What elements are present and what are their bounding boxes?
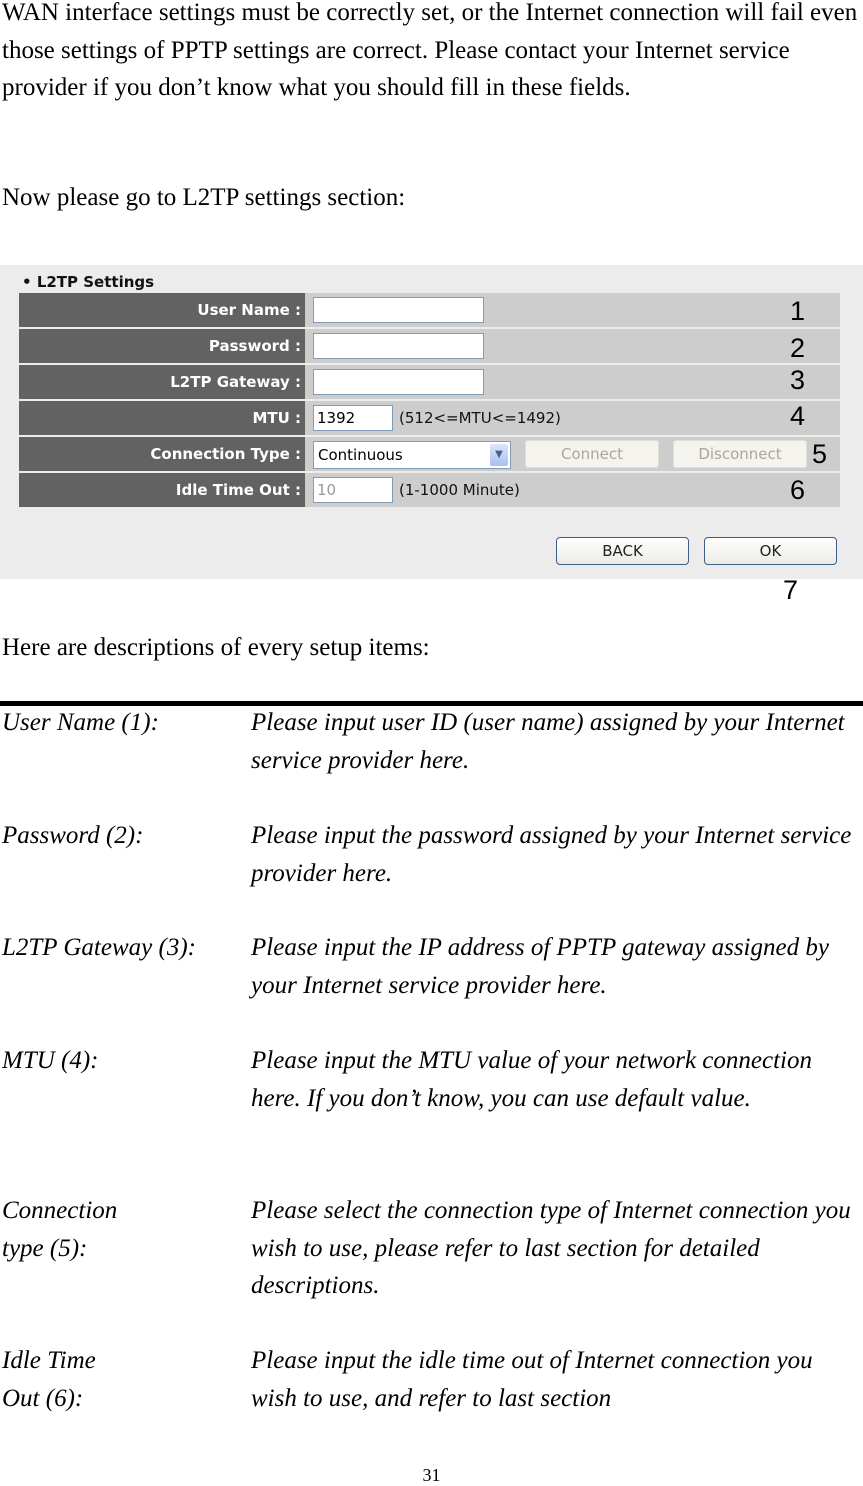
desc-term: MTU (4): [2, 1047, 99, 1074]
desc-term: L2TP Gateway (3): [2, 934, 196, 961]
desc-term: Password (2): [2, 822, 144, 849]
connection-type-select[interactable]: Continuous ▼ [313, 441, 511, 469]
desc-term: User Name (1): [2, 709, 159, 736]
intro-paragraph: WAN interface settings must be correctly… [2, 0, 858, 101]
descriptions-intro: Here are descriptions of every setup ite… [2, 634, 430, 661]
desc-text: Please input the password assigned by yo… [251, 822, 852, 887]
desc-text: Please select the connection type of Int… [251, 1197, 851, 1299]
user-name-input[interactable] [313, 297, 484, 323]
idle-time-row: Idle Time Out : 10 (1-1000 Minute) 6 [19, 473, 840, 507]
intro-instruction: Now please go to L2TP settings section: [2, 184, 406, 211]
idle-time-label: Idle Time Out : [19, 473, 305, 507]
gateway-row: L2TP Gateway : 3 [19, 365, 840, 399]
user-name-row: User Name : 1 [19, 293, 840, 327]
ok-button[interactable]: OK [704, 537, 837, 565]
back-button[interactable]: BACK [556, 537, 689, 565]
password-label: Password : [19, 329, 305, 363]
idle-time-hint: (1-1000 Minute) [399, 481, 520, 499]
password-input[interactable] [313, 333, 484, 359]
desc-term: Connection type (5): [2, 1197, 118, 1262]
connection-type-row: Connection Type : Continuous ▼ Connect D… [19, 437, 840, 471]
marker-7: 7 [783, 575, 799, 605]
mtu-row: MTU : 1392 (512<=MTU<=1492) 4 [19, 401, 840, 435]
chevron-down-icon[interactable]: ▼ [490, 444, 508, 466]
marker-1: 1 [789, 296, 805, 326]
desc-text: Please input the idle time out of Intern… [251, 1347, 813, 1412]
user-name-label: User Name : [19, 293, 305, 327]
password-row: Password : 2 [19, 329, 840, 363]
connection-type-value: Continuous [318, 446, 403, 464]
marker-6: 6 [789, 475, 805, 505]
mtu-label: MTU : [19, 401, 305, 435]
desc-term: Idle Time Out (6): [2, 1347, 96, 1412]
marker-2: 2 [789, 333, 805, 363]
mtu-hint: (512<=MTU<=1492) [399, 409, 561, 427]
marker-5: 5 [811, 439, 827, 469]
connection-type-label: Connection Type : [19, 437, 305, 471]
l2tp-settings-screenshot: • L2TP Settings User Name : 1 Password :… [0, 265, 863, 579]
marker-3: 3 [789, 365, 805, 395]
mtu-input[interactable]: 1392 [313, 405, 393, 431]
marker-4: 4 [789, 401, 805, 431]
gateway-label: L2TP Gateway : [19, 365, 305, 399]
idle-time-input[interactable]: 10 [313, 477, 393, 503]
section-title: • L2TP Settings [22, 273, 155, 291]
disconnect-button[interactable]: Disconnect [673, 440, 807, 468]
page-number: 31 [422, 1465, 441, 1485]
connect-button[interactable]: Connect [525, 440, 659, 468]
desc-text: Please input the IP address of PPTP gate… [251, 934, 829, 999]
desc-text: Please input user ID (user name) assigne… [251, 709, 845, 774]
gateway-input[interactable] [313, 369, 484, 395]
desc-text: Please input the MTU value of your netwo… [251, 1047, 812, 1112]
